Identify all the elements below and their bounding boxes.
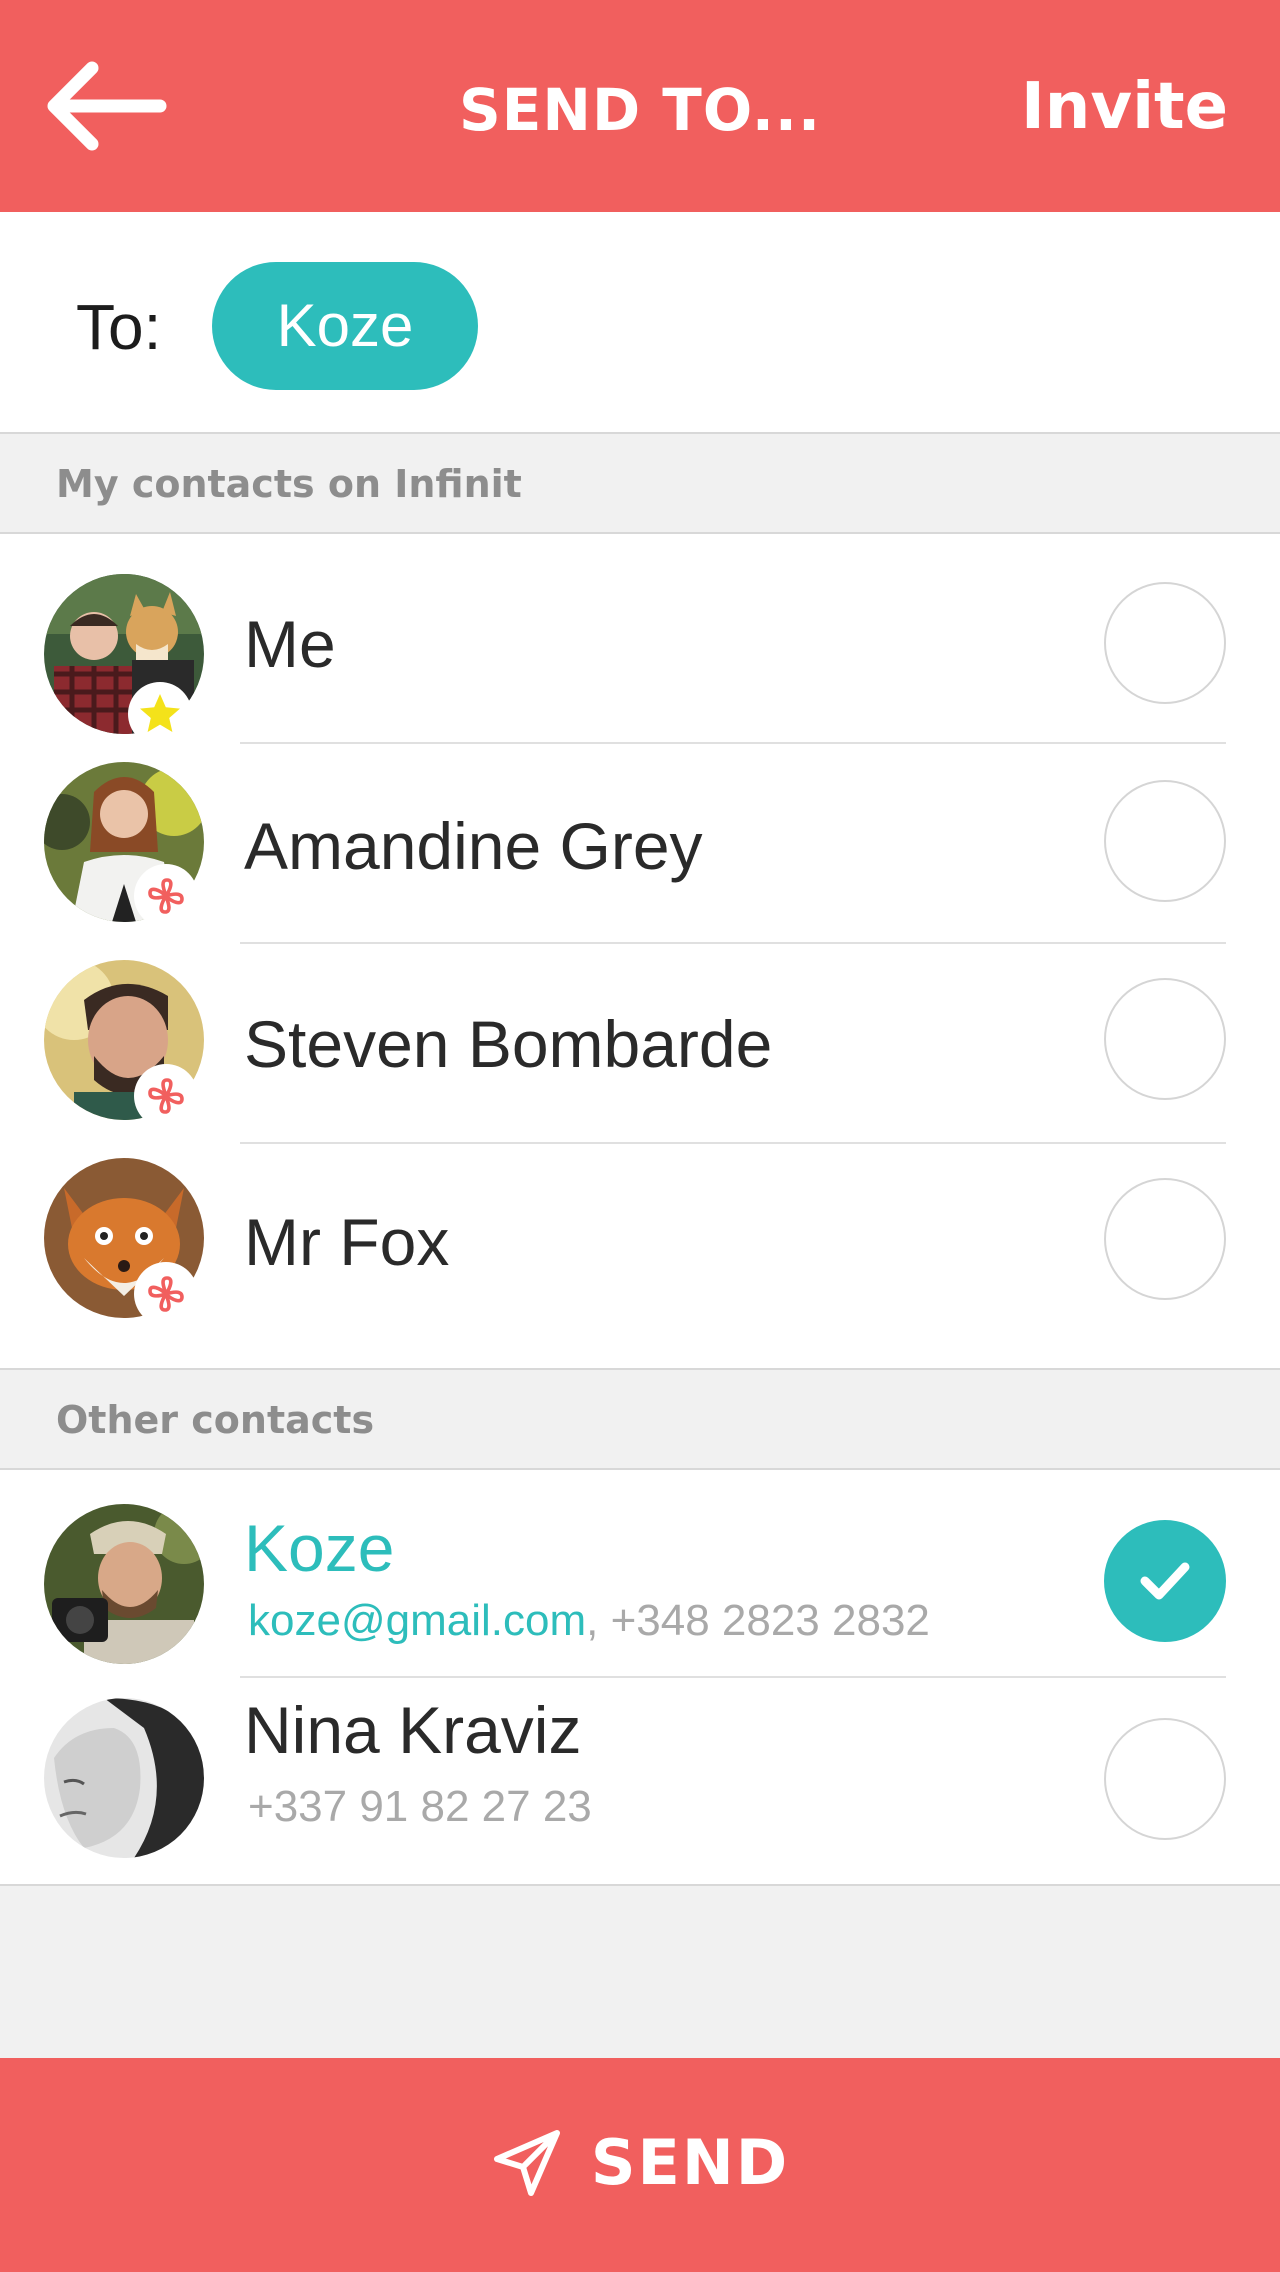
infinit-badge [134,864,198,928]
send-label: SEND [590,2126,790,2199]
recipient-chip-koze[interactable]: Koze [212,262,478,390]
select-checkbox[interactable] [1104,978,1226,1100]
to-label: To: [76,291,162,363]
other-contacts-list: Koze koze@gmail.com, +348 2823 2832 Nina… [0,1470,1280,1886]
infinit-badge [134,1262,198,1326]
contact-row-mr-fox[interactable]: Mr Fox [0,1144,1280,1368]
avatar [44,1698,204,1858]
contact-name: Steven Bombarde [244,1007,773,1081]
top-bar: SEND TO... Invite [0,0,1280,212]
send-button-content: SEND [0,2126,1280,2199]
contact-name: Koze [244,1511,395,1585]
infinit-contacts-list: Me Amandine Grey Steven Bombarde Mr Fox [0,534,1280,1370]
select-checkbox[interactable] [1104,1178,1226,1300]
contact-row-amandine-grey[interactable]: Amandine Grey [0,744,1280,944]
contact-row-koze[interactable]: Koze koze@gmail.com, +348 2823 2832 [0,1470,1280,1678]
section-title: Other contacts [56,1398,375,1442]
select-checkbox[interactable] [1104,780,1226,902]
select-checkbox-checked[interactable] [1104,1520,1226,1642]
contact-row-steven-bombarde[interactable]: Steven Bombarde [0,944,1280,1144]
contact-phone: +348 2823 2832 [610,1596,930,1645]
section-title: My contacts on Infinit [56,462,522,506]
select-checkbox[interactable] [1104,1718,1226,1840]
infinit-badge [134,1064,198,1128]
contact-phone: +337 91 82 27 23 [248,1782,592,1831]
contact-separator: , [586,1596,611,1645]
checkmark-icon [1140,1562,1190,1600]
contact-details: koze@gmail.com, +348 2823 2832 [248,1596,930,1646]
contact-row-me[interactable]: Me [0,534,1280,746]
contact-name: Me [244,607,336,681]
select-checkbox[interactable] [1104,582,1226,704]
contact-row-nina-kraviz[interactable]: Nina Kraviz +337 91 82 27 23 [0,1678,1280,1884]
infinit-icon [148,1078,184,1114]
section-header-infinit: My contacts on Infinit [0,434,1280,534]
section-header-other: Other contacts [0,1370,1280,1470]
contact-email: koze@gmail.com [248,1596,587,1645]
infinit-icon [148,1276,184,1312]
recipients-row: To: Koze [0,212,1280,434]
contact-name: Nina Kraviz [244,1693,582,1767]
send-button[interactable]: SEND [0,2058,1280,2272]
invite-button[interactable]: Invite [1021,70,1228,144]
send-arrow-icon [493,2129,560,2196]
infinit-icon [148,878,184,914]
contact-name: Amandine Grey [244,809,703,883]
contact-name: Mr Fox [244,1205,450,1279]
star-icon [140,694,180,732]
favorite-badge [128,682,192,746]
avatar [44,1504,204,1664]
